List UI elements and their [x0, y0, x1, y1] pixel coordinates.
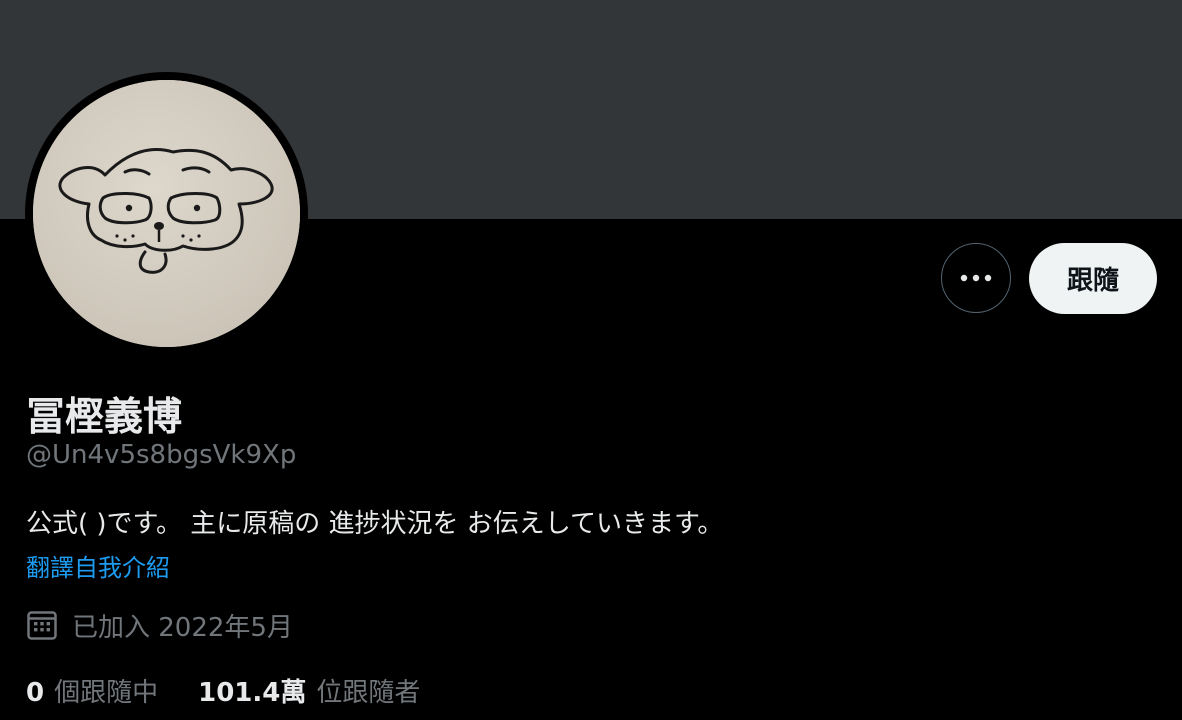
profile-handle: @Un4v5s8bgsVk9Xp — [26, 440, 297, 470]
translate-bio-link[interactable]: 翻譯自我介紹 — [26, 548, 170, 583]
joined-date: 已加入 2022年5月 — [26, 607, 293, 643]
more-options-button[interactable] — [941, 243, 1011, 313]
follow-button[interactable]: 跟隨 — [1029, 243, 1157, 314]
profile-bio: 公式( )です。 主に原稿の 進捗状況を お伝えしていきます。 — [26, 509, 724, 539]
following-count-link[interactable]: 0 個跟隨中 — [26, 672, 158, 709]
follow-stats: 0 個跟隨中 101.4萬 位跟隨者 — [26, 672, 420, 709]
following-count: 0 — [26, 678, 45, 708]
following-label: 個跟隨中 — [54, 678, 159, 708]
dog-drawing-icon — [33, 80, 300, 347]
avatar[interactable] — [33, 80, 300, 347]
calendar-icon — [27, 611, 57, 640]
followers-label: 位跟隨者 — [316, 678, 421, 708]
profile-name: 冨樫義博 — [26, 395, 183, 440]
more-horizontal-icon — [960, 274, 992, 282]
followers-count-link[interactable]: 101.4萬 位跟隨者 — [198, 672, 420, 709]
joined-date-text: 已加入 2022年5月 — [72, 612, 293, 643]
followers-count: 101.4萬 — [198, 678, 307, 708]
